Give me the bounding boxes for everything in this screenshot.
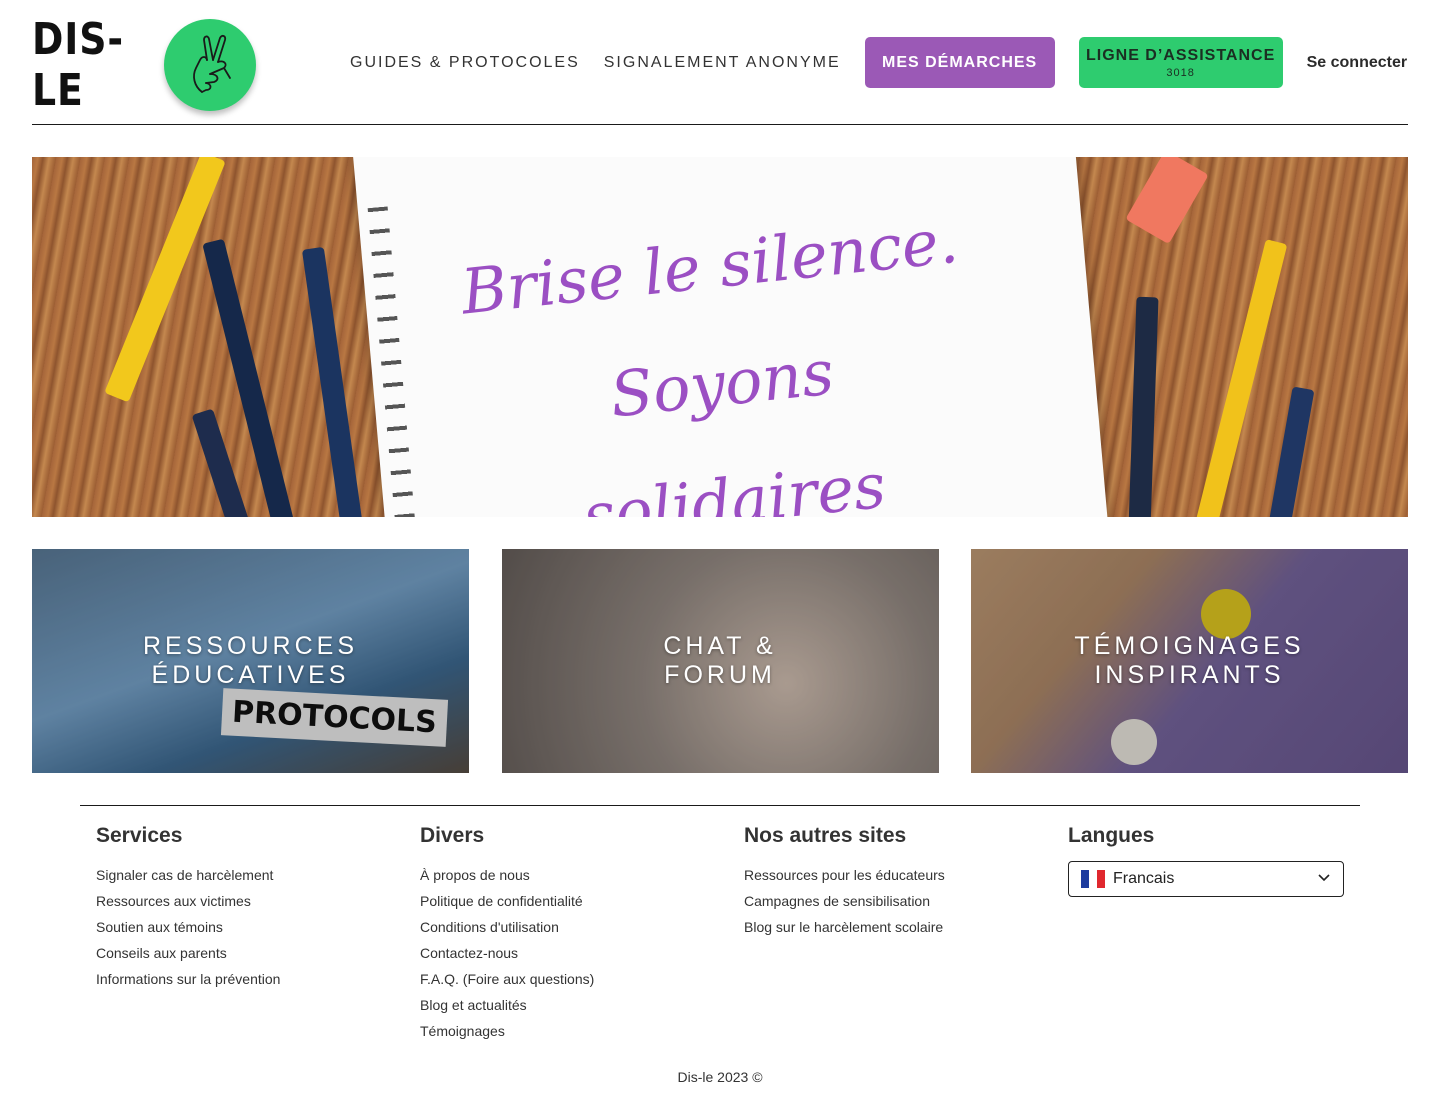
- footer-link[interactable]: Politique de confidentialité: [420, 888, 594, 914]
- hero-banner: Brise le silence. Soyons solidaires: [32, 157, 1408, 517]
- footer-link[interactable]: Campagnes de sensibilisation: [744, 888, 945, 914]
- main-nav: GUIDES & PROTOCOLES SIGNALEMENT ANONYME …: [350, 37, 1407, 88]
- footer-heading: Langues: [1068, 824, 1155, 847]
- eraser-decoration: [1125, 157, 1209, 245]
- logo[interactable]: DIS-LE: [32, 14, 256, 116]
- ligne-assistance-button[interactable]: LIGNE D’ASSISTANCE 3018: [1078, 37, 1283, 88]
- tile-ressources-educatives[interactable]: PROTOCOLS RESSOURCES ÉDUCATIVES: [32, 549, 469, 773]
- tile-label-line: FORUM: [664, 661, 776, 689]
- tile-label-line: RESSOURCES: [142, 632, 359, 660]
- footer-link[interactable]: Témoignages: [420, 1018, 594, 1044]
- feature-tiles: PROTOCOLS RESSOURCES ÉDUCATIVES CHAT & F…: [32, 549, 1408, 773]
- tile-label: CHAT & FORUM: [663, 632, 776, 690]
- site-header: DIS-LE GUIDES & PROTOCOLES SIGNALEMENT A…: [32, 0, 1408, 125]
- copyright: Dis-le 2023 ©: [677, 1069, 763, 1085]
- footer-link[interactable]: Conseils aux parents: [96, 940, 280, 966]
- footer-heading: Nos autres sites: [744, 824, 907, 847]
- tile-label: RESSOURCES ÉDUCATIVES: [143, 632, 358, 690]
- footer-langues: Langues Francais: [1068, 824, 1344, 897]
- pencil-decoration: [1127, 296, 1159, 517]
- logo-text: DIS-LE: [32, 14, 124, 116]
- ligne-assistance-number: 3018: [1166, 66, 1195, 79]
- hero-slogan: Brise le silence. Soyons solidaires: [415, 178, 1029, 517]
- tile-label-line: CHAT &: [663, 632, 777, 660]
- footer-heading: Divers: [420, 824, 485, 847]
- footer-link[interactable]: Soutien aux témoins: [96, 914, 280, 940]
- notebook-spiral: [367, 206, 419, 517]
- tile-label-line: INSPIRANTS: [1094, 661, 1285, 689]
- footer-link[interactable]: Contactez-nous: [420, 940, 594, 966]
- pencil-decoration: [1188, 239, 1288, 517]
- pencil-decoration: [1261, 386, 1315, 517]
- footer-link[interactable]: Signaler cas de harcèlement: [96, 862, 280, 888]
- tile-label: TÉMOIGNAGES INSPIRANTS: [1074, 632, 1304, 690]
- france-flag-icon: [1081, 870, 1105, 888]
- footer-link[interactable]: F.A.Q. (Foire aux questions): [420, 966, 594, 992]
- footer-link[interactable]: Ressources aux victimes: [96, 888, 280, 914]
- ligne-assistance-label: LIGNE D’ASSISTANCE: [1085, 46, 1276, 64]
- pencil-decoration: [104, 157, 226, 403]
- footer-link[interactable]: Blog sur le harcèlement scolaire: [744, 914, 945, 940]
- footer-autres-sites: Nos autres sites Ressources pour les édu…: [744, 824, 945, 940]
- chevron-down-icon: [1317, 870, 1331, 889]
- crossed-fingers-icon: [164, 19, 256, 111]
- footer-heading: Services: [96, 824, 183, 847]
- language-select[interactable]: Francais: [1068, 861, 1344, 897]
- tile-label-line: ÉDUCATIVES: [151, 661, 350, 689]
- tile-temoignages-inspirants[interactable]: TÉMOIGNAGES INSPIRANTS: [971, 549, 1408, 773]
- nav-guides-protocoles[interactable]: GUIDES & PROTOCOLES: [350, 54, 580, 72]
- mes-demarches-button[interactable]: MES DÉMARCHES: [864, 37, 1055, 88]
- footer-link[interactable]: Blog et actualités: [420, 992, 594, 1018]
- site-footer: Services Signaler cas de harcèlement Res…: [80, 805, 1360, 1056]
- tile-label-line: TÉMOIGNAGES: [1074, 632, 1305, 660]
- tile-chat-forum[interactable]: CHAT & FORUM: [501, 549, 939, 773]
- footer-link[interactable]: À propos de nous: [420, 862, 594, 888]
- footer-divers: Divers À propos de nous Politique de con…: [420, 824, 594, 1044]
- pencil-decoration: [301, 246, 365, 517]
- language-selected: Francais: [1113, 870, 1175, 887]
- login-link[interactable]: Se connecter: [1307, 54, 1407, 72]
- footer-link[interactable]: Conditions d'utilisation: [420, 914, 594, 940]
- footer-link[interactable]: Ressources pour les éducateurs: [744, 862, 945, 888]
- nav-signalement-anonyme[interactable]: SIGNALEMENT ANONYME: [604, 54, 841, 72]
- footer-link[interactable]: Informations sur la prévention: [96, 966, 280, 992]
- footer-services: Services Signaler cas de harcèlement Res…: [96, 824, 280, 992]
